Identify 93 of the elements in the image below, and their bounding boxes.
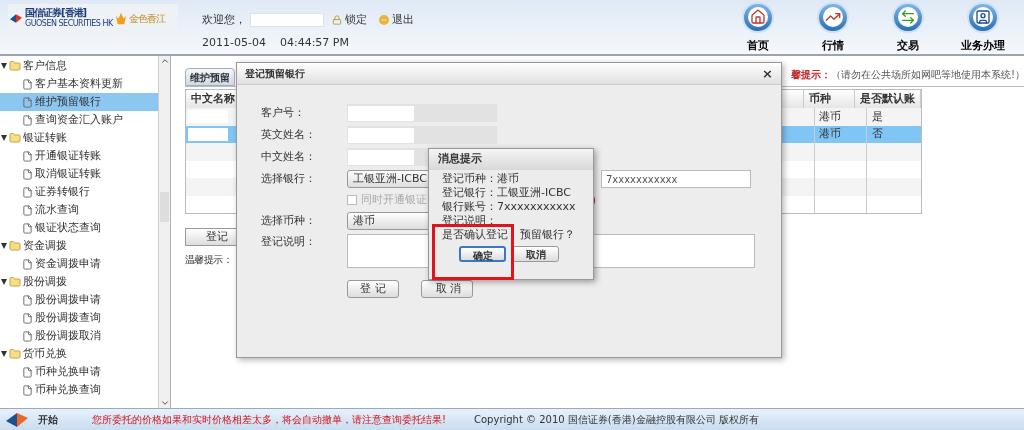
tree-folder[interactable]: 客户信息: [0, 57, 158, 75]
warning-text: 您所委托的价格如果和实时价格相差太多，将会自动撤单，请注意查询委托结果!: [92, 413, 446, 427]
logo-text: 国信证券[香港]: [25, 7, 88, 18]
nav-button[interactable]: 首页: [720, 0, 795, 54]
input-field[interactable]: [347, 104, 497, 122]
account-field[interactable]: 7xxxxxxxxxxx: [601, 170, 751, 188]
folder-icon: [9, 348, 21, 360]
message-button[interactable]: 取消: [512, 246, 559, 262]
start-button[interactable]: 开始: [34, 412, 62, 427]
logout-link[interactable]: 退出: [379, 12, 414, 29]
file-icon: [22, 294, 33, 306]
file-icon: [22, 204, 33, 216]
file-icon: [22, 168, 33, 180]
tree-folder[interactable]: 货币兑换: [0, 345, 158, 363]
nav-button[interactable]: 行情: [795, 0, 870, 54]
tree-item[interactable]: 币种兑换查询: [0, 381, 158, 399]
message-line: 银行账号：7xxxxxxxxxxx: [442, 200, 577, 214]
tree-folder[interactable]: 股份调拨: [0, 273, 158, 291]
tree-item[interactable]: 流水查询: [0, 201, 158, 219]
scrollbar-thumb[interactable]: [160, 192, 169, 222]
message-button[interactable]: 确定: [459, 246, 506, 262]
time-text: 04:44:57 PM: [279, 34, 349, 51]
chart-icon: [816, 2, 849, 33]
folder-icon: [9, 276, 21, 288]
tree-item[interactable]: 证券转银行: [0, 183, 158, 201]
folder-icon: [9, 132, 21, 144]
nav-button[interactable]: 业务办理: [945, 0, 1020, 54]
tree-item[interactable]: 股份调拨申请: [0, 291, 158, 309]
tree-folder[interactable]: 资金调拨: [0, 237, 158, 255]
date-text: 2011-05-04: [202, 34, 266, 51]
form-label: 客户号：: [261, 104, 306, 121]
message-line: 登记银行：工银亚洲-ICBC: [442, 186, 572, 200]
input-field[interactable]: [347, 126, 497, 144]
dialog-title: 登记预留银行: [245, 67, 305, 81]
tree-item[interactable]: 银证状态查询: [0, 219, 158, 237]
form-label: 选择币种：: [261, 212, 317, 229]
form-label: 英文姓名：: [261, 126, 317, 143]
file-icon: [22, 312, 33, 324]
logo-subtitle: GUOSEN SECURITIES HK: [25, 18, 113, 29]
tree-item[interactable]: 资金调拨申请: [0, 255, 158, 273]
tip-label: 温馨提示：: [185, 253, 232, 267]
dialog-button[interactable]: 登 记: [347, 280, 399, 298]
file-icon: [22, 150, 33, 162]
form-label: 选择银行：: [261, 170, 317, 187]
tree-item[interactable]: 币种兑换申请: [0, 363, 158, 381]
file-icon: [22, 114, 33, 126]
form-label: 中文姓名：: [261, 148, 317, 165]
minus-icon: [379, 15, 389, 26]
name-redacted-block: [188, 127, 228, 141]
file-icon: [22, 384, 33, 396]
diamond-logo-icon: [10, 13, 22, 23]
welcome-text: 欢迎您，: [202, 12, 246, 28]
tree-item[interactable]: 开通银证转账: [0, 147, 158, 165]
tree-item[interactable]: 取消银证转账: [0, 165, 158, 183]
start-logo-icon: [6, 412, 28, 427]
tree-item[interactable]: 客户基本资料更新: [0, 75, 158, 93]
tree-folder[interactable]: 银证转账: [0, 129, 158, 147]
dialog-button[interactable]: 取 消: [421, 280, 473, 298]
copyright-text: Copyright © 2010 国信证券(香港)金融控股有限公司 版权所有: [474, 413, 759, 427]
message-question: 预留银行？: [520, 228, 575, 242]
file-icon: [22, 78, 33, 90]
tree-item[interactable]: 查询资金汇入账户: [0, 111, 158, 129]
checkbox[interactable]: [347, 195, 357, 205]
currency-cell: 港币: [819, 108, 841, 125]
service-icon: [966, 2, 999, 33]
folder-icon: [9, 60, 21, 72]
currency-cell-text: 港币: [819, 126, 841, 142]
message-question: 是否确认登记: [442, 228, 508, 242]
tree-item[interactable]: 股份调拨查询: [0, 309, 158, 327]
brand-text: 金色香江: [128, 11, 165, 26]
notice-text: （请勿在公共场所如网吧等地使用本系统!）: [831, 68, 1024, 82]
message-title: 消息提示: [438, 151, 482, 168]
file-icon: [22, 258, 33, 270]
nav-button[interactable]: 交易: [870, 0, 945, 54]
scrollbar[interactable]: [158, 56, 170, 408]
form-label: 登记说明：: [261, 234, 317, 250]
default-cell: 是: [872, 108, 883, 125]
home-icon: [741, 2, 774, 33]
section-tab[interactable]: 维护预留: [185, 68, 235, 86]
lock-icon: [332, 15, 342, 26]
folder-icon: [9, 240, 21, 252]
file-icon: [22, 330, 33, 342]
notice-title: 馨提示：: [791, 68, 831, 82]
tree-item[interactable]: 维护预留银行: [0, 93, 158, 111]
file-icon: [22, 186, 33, 198]
file-icon: [22, 96, 33, 108]
tree-item[interactable]: 股份调拨取消: [0, 327, 158, 345]
close-button[interactable]: ×: [762, 63, 773, 84]
file-icon: [22, 366, 33, 378]
lock-link[interactable]: 锁定: [332, 12, 367, 29]
trade-icon: [891, 2, 924, 33]
file-icon: [22, 222, 33, 234]
default-cell-text: 否: [872, 126, 883, 142]
